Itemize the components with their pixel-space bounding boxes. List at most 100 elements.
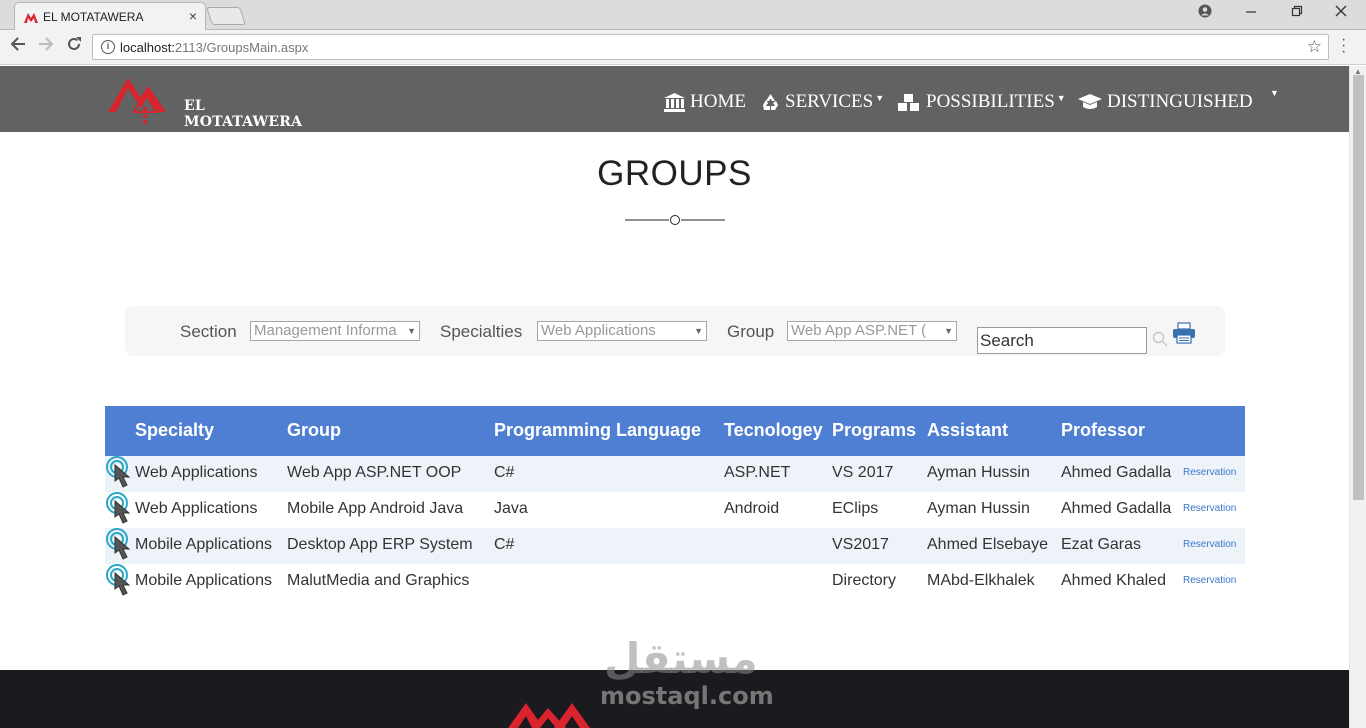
cell-programs: VS2017 <box>832 536 889 553</box>
cell-group: MalutMedia and Graphics <box>287 572 470 589</box>
dropdown-arrow-icon: ▼ <box>694 326 703 336</box>
col-assistant[interactable]: Assistant <box>927 420 1008 441</box>
section-select[interactable]: Management Informa ▼ <box>250 321 420 341</box>
cell-specialty: Mobile Applications <box>135 536 272 553</box>
reservation-link[interactable]: Reservation <box>1183 575 1236 586</box>
minimize-icon[interactable] <box>1236 4 1266 20</box>
groups-table: Specialty Group Programming Language Tec… <box>105 406 1245 600</box>
cell-technology: ASP.NET <box>724 464 791 481</box>
forward-arrow-icon[interactable] <box>35 36 57 57</box>
recycle-icon <box>763 93 778 110</box>
reservation-link[interactable]: Reservation <box>1183 467 1236 478</box>
cell-programs: EClips <box>832 500 879 517</box>
browser-tab[interactable]: EL MOTATAWERA × <box>14 2 206 30</box>
col-specialty[interactable]: Specialty <box>135 420 214 441</box>
cell-professor: Ezat Garas <box>1061 536 1142 553</box>
table-row: Mobile Applications MalutMedia and Graph… <box>105 564 1245 600</box>
mountain-logo-icon <box>108 78 166 124</box>
specialties-label: Specialties <box>440 322 523 341</box>
site-navbar: EL MOTATAWERA HOME SERVICES ▼ POSSIBILIT… <box>0 66 1349 132</box>
graduation-cap-icon <box>1078 94 1102 109</box>
page-viewport: EL MOTATAWERA HOME SERVICES ▼ POSSIBILIT… <box>0 66 1349 728</box>
profile-icon[interactable] <box>1190 4 1220 21</box>
watermark-arabic: مستقل <box>604 634 758 683</box>
col-professor[interactable]: Professor <box>1061 420 1145 441</box>
col-group[interactable]: Group <box>287 420 341 441</box>
cell-professor: Ahmed Gadalla <box>1061 464 1172 481</box>
table-header: Specialty Group Programming Language Tec… <box>105 406 1245 456</box>
group-label: Group <box>727 322 775 341</box>
col-programming-language[interactable]: Programming Language <box>494 420 701 441</box>
back-arrow-icon[interactable] <box>7 36 29 57</box>
browser-menu-icon[interactable]: · · · <box>1341 32 1346 60</box>
cell-programs: VS 2017 <box>832 464 894 481</box>
watermark: مستقل mostaql.com <box>598 634 774 714</box>
address-bar[interactable]: i localhost:2113/GroupsMain.aspx ☆ <box>92 34 1329 60</box>
title-divider <box>625 215 725 225</box>
cell-language: C# <box>494 536 515 553</box>
page-scrollbar[interactable]: ▲ <box>1349 66 1366 728</box>
cell-assistant: MAbd-Elkhalek <box>927 572 1035 589</box>
search-icon[interactable] <box>1152 331 1168 347</box>
site-favicon-icon <box>24 13 38 23</box>
nav-home-label: HOME <box>690 91 746 112</box>
group-select[interactable]: Web App ASP.NET (▼ <box>787 321 957 341</box>
url-text: localhost:2113/GroupsMain.aspx <box>120 40 309 55</box>
cell-professor: Ahmed Gadalla <box>1061 500 1172 517</box>
col-technology[interactable]: Tecnologey <box>724 420 823 441</box>
printer-icon[interactable] <box>1172 322 1196 344</box>
cell-programs: Directory <box>832 572 897 589</box>
browser-toolbar: i localhost:2113/GroupsMain.aspx ☆ · · · <box>0 30 1366 65</box>
bookmark-star-icon[interactable]: ☆ <box>1307 37 1322 57</box>
reload-icon[interactable] <box>63 36 85 57</box>
table-row: Web Applications Mobile App Android Java… <box>105 492 1245 528</box>
reservation-link[interactable]: Reservation <box>1183 503 1236 514</box>
select-pointer-icon[interactable] <box>106 456 136 492</box>
tab-close-icon[interactable]: × <box>189 8 197 24</box>
restore-icon[interactable] <box>1282 4 1312 20</box>
col-programs[interactable]: Programs <box>832 420 916 441</box>
cell-language: Java <box>494 500 528 517</box>
nav-distinguished-label: DISTINGUISHED <box>1107 91 1253 112</box>
reservation-link[interactable]: Reservation <box>1183 539 1236 550</box>
section-label: Section <box>180 322 237 341</box>
brand-logo[interactable]: EL MOTATAWERA <box>108 72 308 130</box>
footer-logo-icon <box>508 703 590 728</box>
dropdown-arrow-icon: ▼ <box>944 326 953 336</box>
chevron-down-icon: ▼ <box>1270 88 1279 98</box>
new-tab-button[interactable] <box>206 7 246 25</box>
cell-language: C# <box>494 464 515 481</box>
cell-group: Mobile App Android Java <box>287 500 464 517</box>
filter-bar: Section Management Informa ▼ Specialties … <box>125 306 1225 356</box>
select-pointer-icon[interactable] <box>106 564 136 600</box>
cell-specialty: Web Applications <box>135 500 258 517</box>
cell-professor: Ahmed Khaled <box>1061 572 1166 589</box>
watermark-latin: mostaql.com <box>600 682 774 710</box>
search-input[interactable]: Search <box>977 327 1147 354</box>
brand-name: EL MOTATAWERA <box>184 98 303 130</box>
nav-distinguished[interactable]: DISTINGUISHED <box>1078 91 1253 113</box>
cell-specialty: Web Applications <box>135 464 258 481</box>
cubes-icon <box>898 93 919 111</box>
chevron-down-icon: ▼ <box>1056 93 1066 103</box>
navbar-dropdown-toggle[interactable]: ▼ <box>1268 88 1279 98</box>
cell-group: Desktop App ERP System <box>287 536 473 553</box>
specialties-select[interactable]: Web Applications ▼ <box>537 321 707 341</box>
window-close-icon[interactable] <box>1326 4 1356 20</box>
bank-icon <box>664 92 685 112</box>
nav-possibilities-label: POSSIBILITIES <box>926 91 1055 112</box>
scrollbar-thumb[interactable] <box>1353 75 1364 500</box>
cell-assistant: Ayman Hussin <box>927 500 1030 517</box>
nav-services[interactable]: SERVICES ▼ <box>761 91 884 113</box>
nav-possibilities[interactable]: POSSIBILITIES ▼ <box>897 91 1066 113</box>
nav-services-label: SERVICES <box>785 91 874 112</box>
select-pointer-icon[interactable] <box>106 528 136 564</box>
nav-home[interactable]: HOME <box>664 91 746 113</box>
tab-title: EL MOTATAWERA <box>43 10 144 24</box>
table-row: Mobile Applications Desktop App ERP Syst… <box>105 528 1245 564</box>
dropdown-arrow-icon: ▼ <box>407 326 416 336</box>
site-info-icon[interactable]: i <box>101 40 115 54</box>
table-row: Web Applications Web App ASP.NET OOP C# … <box>105 456 1245 492</box>
select-pointer-icon[interactable] <box>106 492 136 528</box>
cell-assistant: Ayman Hussin <box>927 464 1030 481</box>
